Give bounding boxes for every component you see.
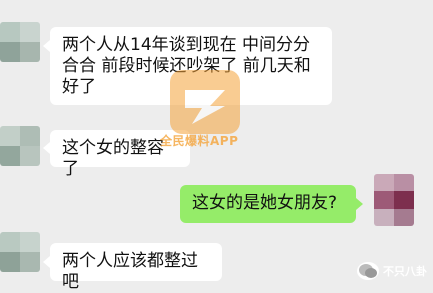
watermark-text: 全民爆料APP	[160, 134, 239, 148]
message-bubble-self[interactable]: 这女的是她女朋友?	[180, 185, 356, 223]
source-badge: 不只八卦	[357, 262, 427, 280]
source-label: 不只八卦	[383, 265, 427, 278]
wechat-icon	[357, 262, 379, 280]
message-text: 两个人应该都整过吧	[62, 251, 198, 292]
message-bubble[interactable]: 两个人应该都整过吧	[50, 243, 222, 292]
user-avatar[interactable]	[374, 174, 414, 226]
bubble-tail	[43, 40, 50, 52]
bubble-tail	[356, 198, 363, 210]
bubble-tail	[43, 256, 50, 268]
bubble-tail	[43, 142, 50, 154]
message-text: 这个女的整容了	[62, 138, 164, 179]
contact-avatar[interactable]	[0, 22, 40, 62]
message-text: 这女的是她女朋友?	[192, 193, 338, 213]
contact-avatar[interactable]	[0, 126, 40, 166]
contact-avatar[interactable]	[0, 232, 40, 272]
